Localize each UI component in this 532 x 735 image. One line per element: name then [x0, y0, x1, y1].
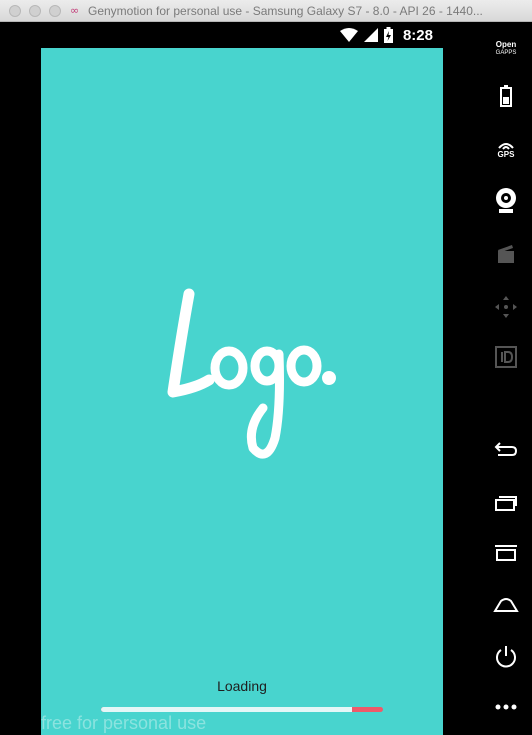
gps-label: GPS: [497, 149, 515, 159]
android-status-bar: 8:28: [41, 22, 443, 48]
splash-screen: Loading free for personal use: [41, 48, 443, 735]
emulator-toolbar: Open GAPPS GPS: [480, 22, 532, 735]
media-button[interactable]: [480, 242, 532, 266]
menu-button[interactable]: [480, 542, 532, 564]
battery-charging-icon: [383, 27, 393, 43]
menu-icon: [495, 545, 517, 561]
home-icon: [493, 598, 519, 612]
power-button[interactable]: [480, 644, 532, 670]
back-icon: [494, 442, 518, 456]
cell-signal-icon: [363, 28, 378, 42]
loading-progress-fill: [101, 707, 352, 712]
open-gapps-button[interactable]: Open GAPPS: [480, 38, 532, 60]
dpad-icon: [495, 296, 517, 318]
back-button[interactable]: [480, 438, 532, 460]
battery-button[interactable]: [480, 84, 532, 108]
identifier-icon: [495, 346, 517, 368]
more-button[interactable]: [480, 700, 532, 714]
loading-progress-bar: [101, 707, 383, 712]
logo-image: [167, 288, 336, 459]
home-button[interactable]: [480, 594, 532, 616]
gapps-label: Open: [495, 40, 517, 49]
zoom-window-button[interactable]: [49, 5, 61, 17]
close-window-button[interactable]: [9, 5, 21, 17]
battery-icon: [500, 85, 512, 107]
recent-apps-button[interactable]: [480, 492, 532, 514]
window-titlebar: ∞ Genymotion for personal use - Samsung …: [0, 0, 532, 22]
gapps-sublabel: GAPPS: [495, 50, 517, 56]
power-icon: [496, 646, 516, 668]
more-icon: [495, 704, 517, 710]
window-title: Genymotion for personal use - Samsung Ga…: [88, 4, 483, 18]
genymotion-app-icon: ∞: [70, 4, 80, 17]
gps-button[interactable]: GPS: [480, 136, 532, 162]
webcam-button[interactable]: [480, 186, 532, 214]
gps-icon: [498, 142, 514, 150]
clapperboard-icon: [498, 245, 514, 263]
minimize-window-button[interactable]: [29, 5, 41, 17]
webcam-icon: [496, 188, 516, 213]
recent-apps-icon: [495, 496, 517, 511]
identifier-button[interactable]: [480, 344, 532, 370]
open-gapps-icon: Open GAPPS: [496, 41, 517, 57]
status-time: 8:28: [402, 26, 433, 44]
wifi-icon: [339, 28, 358, 42]
loading-label: Loading: [217, 678, 267, 694]
dpad-button[interactable]: [480, 294, 532, 320]
watermark-text: free for personal use: [41, 713, 207, 733]
